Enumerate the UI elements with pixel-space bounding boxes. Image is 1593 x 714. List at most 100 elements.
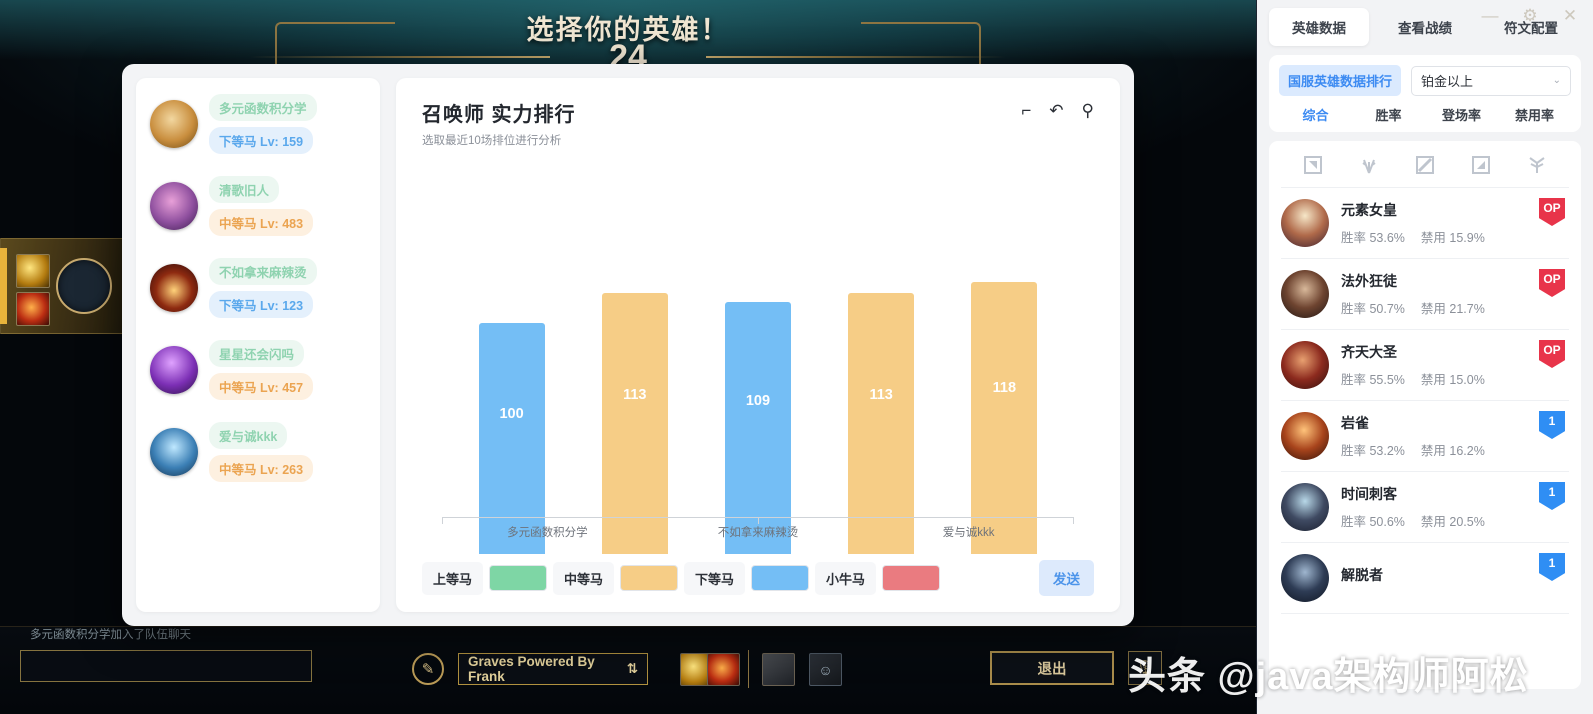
hero-name: 齐天大圣 <box>1341 344 1397 360</box>
rune-page-select[interactable]: Graves Powered By Frank ⇅ <box>458 653 648 685</box>
rune-page-label: Graves Powered By Frank <box>468 654 595 684</box>
axis-tick-label: 爱与诚kkk <box>942 527 995 539</box>
x-axis-labels: 多元函数积分学 不如拿来麻辣烫 爱与诚kkk <box>442 524 1074 540</box>
close-button[interactable]: ✕ <box>1557 2 1583 28</box>
summoner-spell-ignite-icon[interactable] <box>16 292 50 326</box>
bar[interactable]: 113 <box>848 293 915 554</box>
spell-divider <box>748 650 749 688</box>
hero-stats: 胜率 55.5% 禁用 15.0% <box>1341 369 1569 388</box>
tier-select[interactable]: 铂金以上 ⌄ <box>1411 65 1571 96</box>
send-button[interactable]: 发送 <box>1039 560 1094 596</box>
hero-name: 岩雀 <box>1341 415 1369 431</box>
table-row[interactable]: 岩雀 胜率 53.2% 禁用 16.2% 1 <box>1281 401 1569 472</box>
settings-button[interactable]: ⚙ <box>1517 2 1543 28</box>
player-meta: 不如拿来麻辣烫 下等马 Lv: 123 <box>209 258 317 318</box>
hero-stats: 胜率 50.6% 禁用 20.5% <box>1341 511 1569 530</box>
list-item[interactable]: 清歌旧人 中等马 Lv: 483 <box>150 176 366 236</box>
avatar <box>150 100 198 148</box>
bar-group: 113 <box>601 158 668 554</box>
avatar <box>150 346 198 394</box>
player-tier-badge: 下等马 Lv: 123 <box>209 291 314 318</box>
legend-swatch-shang[interactable] <box>489 565 548 591</box>
summoner-spell-flash-icon[interactable] <box>16 254 50 288</box>
hero-banrate: 禁用 21.7% <box>1420 302 1485 316</box>
list-item[interactable]: 爱与诚kkk 中等马 Lv: 263 <box>150 422 366 482</box>
table-row[interactable]: 齐天大圣 胜率 55.5% 禁用 15.0% OP <box>1281 330 1569 401</box>
chart-toolbar: ⌐ ↶ ⚲ <box>1021 98 1094 119</box>
axis-tick <box>1073 517 1074 524</box>
edit-rune-button[interactable]: ✎ <box>412 653 444 685</box>
tab-match-history[interactable]: 查看战绩 <box>1375 8 1475 46</box>
player-tier-badge: 中等马 Lv: 483 <box>209 209 314 236</box>
bot-lane-icon[interactable] <box>1471 155 1491 175</box>
list-item[interactable]: 多元函数积分学 下等马 Lv: 159 <box>150 94 366 154</box>
top-lane-icon[interactable] <box>1303 155 1323 175</box>
legend-swatch-zhong[interactable] <box>620 565 679 591</box>
avatar <box>1281 412 1329 460</box>
hero-data-panel: 英雄数据 查看战绩 符文配置 国服英雄数据排行 铂金以上 ⌄ 综合 胜率 登场率… <box>1256 0 1593 714</box>
jungle-icon[interactable] <box>1359 155 1379 175</box>
legend-swatch-xiaoniuma[interactable] <box>882 565 941 591</box>
table-row[interactable]: 时间刺客 胜率 50.6% 禁用 20.5% 1 <box>1281 472 1569 543</box>
table-row[interactable]: 解脱者 1 <box>1281 543 1569 614</box>
axis-tick <box>758 517 759 524</box>
subtab-banrate[interactable]: 禁用率 <box>1498 105 1571 124</box>
chart-titles: 召唤师 实力排行 选取最近10场排位进行分析 <box>422 98 576 148</box>
champion-portrait-placeholder[interactable] <box>56 258 112 314</box>
legend-label-xia[interactable]: 下等马 <box>684 561 746 595</box>
chart-subtitle: 选取最近10场排位进行分析 <box>422 135 562 147</box>
bar[interactable]: 118 <box>971 282 1038 554</box>
bar[interactable]: 113 <box>601 293 668 554</box>
player-meta: 爱与诚kkk 中等马 Lv: 263 <box>209 422 314 482</box>
champion-slot-accent <box>0 248 7 324</box>
hero-info: 元素女皇 胜率 53.6% 禁用 15.9% <box>1341 200 1569 246</box>
bar[interactable]: 100 <box>478 323 545 554</box>
chat-input[interactable] <box>20 650 312 682</box>
team-chat-log: 多元函数积分学加入了队伍聊天 <box>30 629 191 641</box>
legend-label-zhong[interactable]: 中等马 <box>553 561 615 595</box>
filter-card: 国服英雄数据排行 铂金以上 ⌄ 综合 胜率 登场率 禁用率 <box>1269 55 1581 132</box>
axis-tick-label: 多元函数积分学 <box>507 527 588 539</box>
list-item[interactable]: 不如拿来麻辣烫 下等马 Lv: 123 <box>150 258 366 318</box>
bar-value-label: 118 <box>992 380 1017 396</box>
mid-lane-icon[interactable] <box>1415 155 1435 175</box>
subtab-winrate[interactable]: 胜率 <box>1352 105 1425 124</box>
bar-value-label: 109 <box>745 393 771 409</box>
chart-legend: 上等马 中等马 下等马 小牛马 发送 <box>422 554 1094 596</box>
table-row[interactable]: 元素女皇 胜率 53.6% 禁用 15.9% OP <box>1281 188 1569 259</box>
emote-button[interactable]: ☺ <box>809 653 842 686</box>
avatar <box>1281 483 1329 531</box>
legend-label-xiaoniuma[interactable]: 小牛马 <box>815 561 877 595</box>
legend-label-shang[interactable]: 上等马 <box>422 561 484 595</box>
gear-icon: ⚙ <box>1522 5 1538 25</box>
pencil-icon: ✎ <box>421 661 435 678</box>
tab-hero-data[interactable]: 英雄数据 <box>1269 8 1369 46</box>
national-ranking-pill[interactable]: 国服英雄数据排行 <box>1279 65 1402 96</box>
refresh-icon[interactable]: ↶ <box>1049 102 1063 119</box>
support-icon[interactable] <box>1527 155 1547 175</box>
hero-name: 元素女皇 <box>1341 202 1397 218</box>
bar-group: 118 <box>971 158 1038 554</box>
table-row[interactable]: 法外狂徒 胜率 50.7% 禁用 21.7% OP <box>1281 259 1569 330</box>
bar-value-label: 113 <box>869 387 893 403</box>
bar-value-label: 100 <box>499 406 524 422</box>
close-icon: ✕ <box>1562 5 1578 25</box>
avatar <box>1281 554 1329 602</box>
filter-row: 国服英雄数据排行 铂金以上 ⌄ <box>1279 65 1571 96</box>
legend-swatch-xia[interactable] <box>751 565 810 591</box>
microphone-button[interactable]: 🎙 <box>1128 651 1162 685</box>
exit-button[interactable]: 退出 <box>990 651 1114 685</box>
spell-slot-ignite-icon[interactable] <box>707 653 740 686</box>
bar-group: 100 <box>478 158 545 554</box>
list-item[interactable]: 星星还会闪吗 中等马 Lv: 457 <box>150 340 366 400</box>
minimize-button[interactable]: — <box>1477 2 1503 28</box>
profile-icon[interactable]: ⚲ <box>1082 102 1094 119</box>
ward-skin-icon[interactable] <box>762 653 795 686</box>
snapshot-icon[interactable]: ⌐ <box>1021 102 1031 119</box>
subtab-pickrate[interactable]: 登场率 <box>1425 105 1498 124</box>
avatar <box>1281 341 1329 389</box>
microphone-icon: 🎙 <box>1135 660 1155 677</box>
avatar <box>1281 199 1329 247</box>
tier-select-value: 铂金以上 <box>1421 74 1474 89</box>
subtab-overall[interactable]: 综合 <box>1279 105 1352 124</box>
